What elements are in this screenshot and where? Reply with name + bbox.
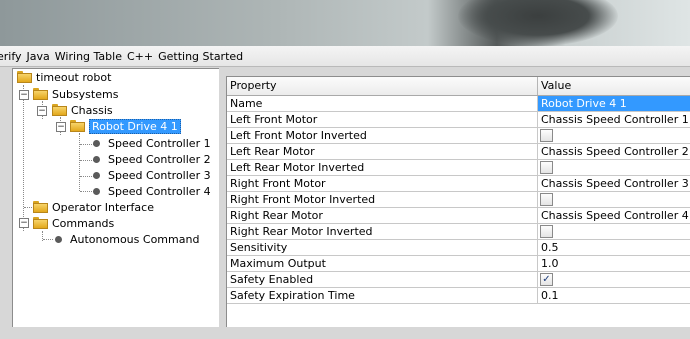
property-value-cell[interactable] (538, 128, 690, 144)
folder-icon (33, 217, 48, 229)
property-value-cell[interactable]: Chassis Speed Controller 3 (538, 176, 690, 192)
table-row[interactable]: Left Rear Motor Chassis Speed Controller … (227, 144, 690, 160)
property-name-cell: Left Rear Motor Inverted (227, 160, 538, 176)
project-tree: − − − − timeout robot Subsystems Chassis… (12, 68, 220, 328)
property-value-cell[interactable] (538, 160, 690, 176)
property-value-cell[interactable]: 0.1 (538, 288, 690, 304)
checkbox-checked[interactable]: ✓ (540, 272, 553, 286)
folder-icon (17, 71, 32, 83)
table-row[interactable]: Right Front Motor Chassis Speed Controlle… (227, 176, 690, 192)
property-name-cell: Right Rear Motor Inverted (227, 224, 538, 240)
tree-connector (79, 133, 80, 191)
folder-icon (70, 120, 85, 132)
table-row[interactable]: Sensitivity 0.5 (227, 240, 690, 256)
table-row[interactable]: Safety Enabled ✓ (227, 272, 690, 288)
tree-item-robot-drive[interactable]: Robot Drive 4 1 (70, 118, 181, 134)
table-row[interactable]: Name Robot Drive 4 1 (227, 96, 690, 112)
property-value-cell[interactable] (538, 224, 690, 240)
tree-item-commands[interactable]: Commands (33, 215, 114, 231)
tree-item-speed-controller-1[interactable]: Speed Controller 1 (91, 135, 211, 151)
minus-toggle-icon[interactable]: − (37, 106, 47, 116)
background-blur (458, 0, 618, 46)
tree-item-chassis[interactable]: Chassis (52, 102, 113, 118)
tree-item-label: Autonomous Command (70, 232, 200, 246)
checkbox-unchecked[interactable] (540, 192, 553, 206)
tree-item-speed-controller-3[interactable]: Speed Controller 3 (91, 167, 211, 183)
property-value-cell[interactable]: Chassis Speed Controller 4 (538, 208, 690, 224)
menu-item-verify[interactable]: erify (0, 50, 22, 63)
bullet-icon (93, 139, 100, 147)
property-name-cell: Safety Expiration Time (227, 288, 538, 304)
properties-table: Property Value Name Robot Drive 4 1 Left F… (226, 76, 690, 327)
table-row[interactable]: Maximum Output 1.0 (227, 256, 690, 272)
property-name-cell: Right Front Motor (227, 176, 538, 192)
tree-connector (23, 85, 24, 231)
table-row[interactable]: Safety Expiration Time 0.1 (227, 288, 690, 304)
tree-item-speed-controller-2[interactable]: Speed Controller 2 (91, 151, 211, 167)
property-value-cell[interactable]: Chassis Speed Controller 2 (538, 144, 690, 160)
property-name-cell: Right Front Motor Inverted (227, 192, 538, 208)
tree-item-root[interactable]: timeout robot (17, 69, 111, 85)
table-row[interactable]: Right Front Motor Inverted (227, 192, 690, 208)
table-row[interactable]: Left Rear Motor Inverted (227, 160, 690, 176)
tree-item-label: Speed Controller 4 (108, 184, 211, 198)
property-name-cell: Left Front Motor Inverted (227, 128, 538, 144)
desktop-background (0, 0, 690, 46)
folder-icon (33, 88, 48, 100)
property-value-cell[interactable]: Chassis Speed Controller 1 (538, 112, 690, 128)
table-row[interactable]: Right Rear Motor Chassis Speed Controller… (227, 208, 690, 224)
property-value-cell[interactable]: ✓ (538, 272, 690, 288)
pane-splitter[interactable] (219, 68, 225, 339)
property-name-cell: Right Rear Motor (227, 208, 538, 224)
table-row[interactable]: Left Front Motor Chassis Speed Controller… (227, 112, 690, 128)
property-name-cell: Name (227, 96, 538, 112)
table-header: Property Value (227, 77, 690, 96)
checkbox-unchecked[interactable] (540, 224, 553, 238)
checkbox-unchecked[interactable] (540, 128, 553, 142)
tree-item-label: timeout robot (36, 70, 112, 84)
bullet-icon (93, 155, 100, 163)
tree-item-subsystems[interactable]: Subsystems (33, 86, 118, 102)
checkbox-unchecked[interactable] (540, 160, 553, 174)
tree-item-label: Robot Drive 4 1 (89, 118, 181, 134)
tree-item-label: Speed Controller 2 (108, 152, 211, 166)
tree-item-speed-controller-4[interactable]: Speed Controller 4 (91, 183, 211, 199)
property-value-cell-selected[interactable]: Robot Drive 4 1 (538, 96, 690, 112)
property-value-cell[interactable] (538, 192, 690, 208)
property-name-cell: Left Rear Motor (227, 144, 538, 160)
menu-item-cpp[interactable]: C++ (127, 50, 153, 63)
bullet-icon (93, 187, 100, 195)
property-name-cell: Left Front Motor (227, 112, 538, 128)
tree-item-label: Operator Interface (52, 200, 154, 214)
column-header-value[interactable]: Value (538, 77, 690, 95)
window-footer (0, 327, 690, 339)
property-name-cell: Sensitivity (227, 240, 538, 256)
minus-toggle-icon[interactable]: − (19, 218, 29, 228)
property-value-cell[interactable]: 1.0 (538, 256, 690, 272)
property-name-cell: Safety Enabled (227, 272, 538, 288)
folder-icon (52, 104, 67, 116)
tree-item-label: Speed Controller 1 (108, 136, 211, 150)
menu-item-java[interactable]: Java (27, 50, 50, 63)
tree-item-operator-interface[interactable]: Operator Interface (33, 199, 154, 215)
table-row[interactable]: Right Rear Motor Inverted (227, 224, 690, 240)
column-header-property[interactable]: Property (227, 77, 538, 95)
bullet-icon (55, 235, 62, 243)
menu-item-wiring-table[interactable]: Wiring Table (55, 50, 122, 63)
tree-item-label: Subsystems (52, 87, 119, 101)
tree-connector (43, 239, 53, 240)
minus-toggle-icon[interactable]: − (19, 90, 29, 100)
tree-item-label: Chassis (71, 103, 113, 117)
tree-item-autonomous-command[interactable]: Autonomous Command (53, 231, 199, 247)
tree-item-label: Speed Controller 3 (108, 168, 211, 182)
minus-toggle-icon[interactable]: − (56, 122, 66, 132)
property-value-cell[interactable]: 0.5 (538, 240, 690, 256)
folder-icon (33, 201, 48, 213)
menu-item-getting-started[interactable]: Getting Started (158, 50, 243, 63)
tree-item-label: Commands (52, 216, 115, 230)
bullet-icon (93, 171, 100, 179)
table-row[interactable]: Left Front Motor Inverted (227, 128, 690, 144)
menu-bar: erify Java Wiring Table C++ Getting Star… (0, 46, 690, 67)
property-name-cell: Maximum Output (227, 256, 538, 272)
